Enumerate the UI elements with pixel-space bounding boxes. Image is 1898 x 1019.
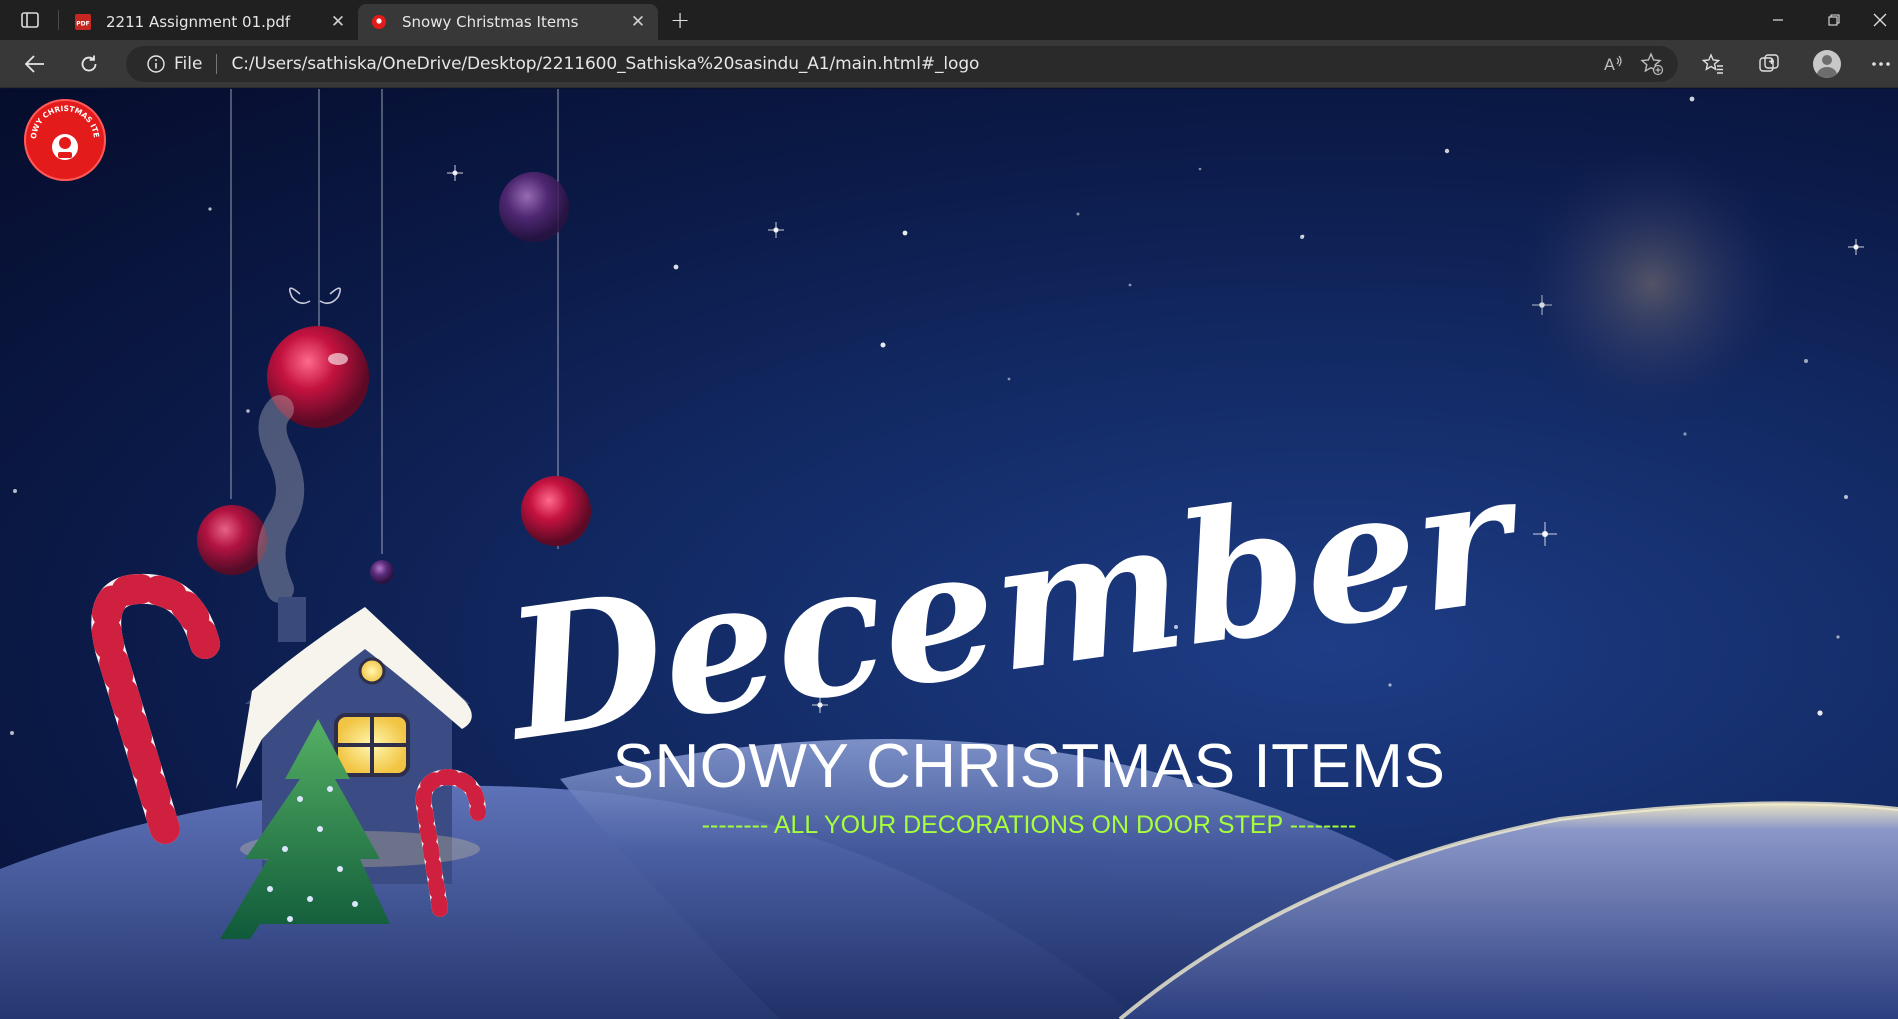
hero-tagline: -------- ALL YOUR DECORATIONS ON DOOR ST…	[701, 811, 1357, 839]
chimney-smoke	[257, 395, 305, 603]
restore-icon	[1828, 14, 1840, 26]
tab-pdf[interactable]: PDF 2211 Assignment 01.pdf ✕	[62, 4, 358, 40]
favorites-icon	[1702, 53, 1723, 74]
refresh-icon	[81, 55, 97, 72]
ornament-left	[197, 505, 267, 575]
december-script: December	[491, 431, 1535, 781]
pdf-icon: PDF	[74, 13, 92, 31]
close-tab-icon[interactable]: ✕	[624, 8, 652, 36]
ornament-bow	[289, 287, 341, 305]
moon-glow	[1502, 134, 1802, 434]
url-text[interactable]: C:/Users/sathiska/OneDrive/Desktop/22116…	[231, 54, 979, 74]
refresh-button[interactable]	[72, 47, 106, 81]
back-arrow-icon	[25, 55, 44, 73]
site-favicon	[370, 13, 388, 31]
collections-icon	[1759, 54, 1779, 72]
close-tab-icon[interactable]: ✕	[324, 8, 352, 36]
back-button[interactable]	[18, 47, 52, 81]
plus-icon: +	[669, 6, 691, 34]
add-favorite-icon[interactable]	[1640, 52, 1664, 76]
more-icon	[1872, 62, 1890, 66]
svg-text:SNOWY CHRISTMAS ITEMS: SNOWY CHRISTMAS ITEMS	[24, 99, 101, 139]
tab-title: Snowy Christmas Items	[402, 13, 579, 31]
favorites-button[interactable]	[1696, 47, 1730, 81]
tab-divider	[58, 10, 59, 30]
read-aloud-icon[interactable]: A	[1602, 53, 1624, 75]
navigation-toolbar: File C:/Users/sathiska/OneDrive/Desktop/…	[0, 40, 1898, 88]
minimize-icon	[1773, 19, 1783, 21]
profile-button[interactable]	[1810, 47, 1844, 81]
svg-text:A: A	[1604, 55, 1615, 74]
collections-button[interactable]	[1752, 47, 1786, 81]
address-bar[interactable]: File C:/Users/sathiska/OneDrive/Desktop/…	[126, 46, 1678, 82]
hero-headline: SNOWY CHRISTMAS ITEMS	[612, 732, 1446, 801]
hero-background: December	[0, 89, 1898, 1019]
site-info-icon[interactable]	[146, 54, 166, 74]
logo-text: SNOWY CHRISTMAS ITEMS	[24, 99, 101, 139]
new-tab-button[interactable]: +	[666, 6, 694, 34]
tab-strip: PDF 2211 Assignment 01.pdf ✕ Snowy Chris…	[0, 0, 1898, 40]
tab-title: 2211 Assignment 01.pdf	[106, 13, 291, 31]
close-icon	[1873, 13, 1887, 27]
ornament-small	[370, 560, 394, 584]
url-scheme-label: File	[174, 54, 203, 74]
avatar	[1813, 50, 1841, 78]
settings-more-button[interactable]	[1866, 47, 1896, 81]
restore-button[interactable]	[1806, 0, 1862, 40]
workspaces-button[interactable]	[14, 8, 46, 32]
tab-snowy-christmas[interactable]: Snowy Christmas Items ✕	[358, 4, 658, 40]
close-window-button[interactable]	[1862, 0, 1898, 40]
minimize-button[interactable]	[1750, 0, 1806, 40]
pdf-icon-label: PDF	[76, 21, 89, 28]
address-divider	[216, 54, 218, 74]
ornament-right	[521, 476, 591, 546]
tab-actions-icon	[21, 12, 39, 28]
site-logo[interactable]: SNOWY CHRISTMAS ITEMS	[24, 99, 106, 181]
ornament-purple	[499, 172, 569, 242]
page-viewport: December SNOWY CHRISTMAS ITEMS SNOWY CHR…	[0, 89, 1898, 1019]
